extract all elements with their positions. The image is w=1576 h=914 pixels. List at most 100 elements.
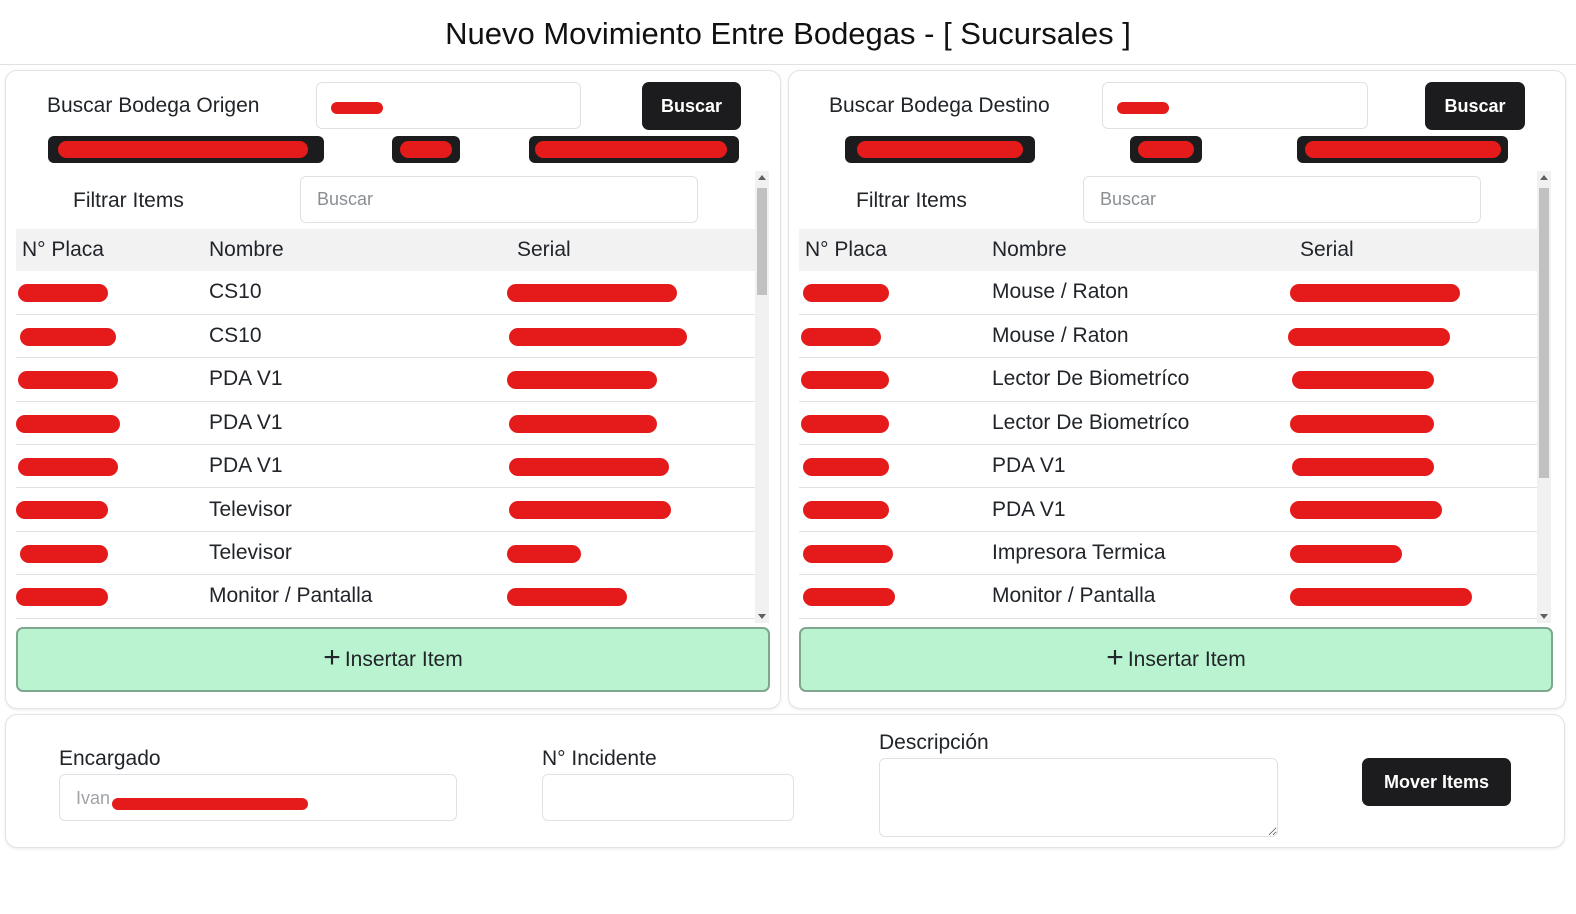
scroll-thumb[interactable]: [1539, 188, 1549, 478]
table-row[interactable]: Impresora Termica: [799, 531, 1537, 576]
redaction-mark: [507, 284, 677, 302]
origin-filter-label: Filtrar Items: [73, 189, 184, 212]
placa-cell: [16, 487, 203, 532]
redaction-mark: [509, 327, 687, 346]
nombre-cell: Mouse / Raton: [986, 314, 1294, 359]
origin-search-button[interactable]: Buscar: [642, 82, 741, 130]
insert-item-label: Insertar Item: [1127, 647, 1246, 671]
descripcion-label: Descripción: [879, 731, 989, 754]
serial-cell: [1290, 574, 1537, 619]
origin-items-scroll[interactable]: Filtrar Items N° Placa Nombre Serial CS1…: [16, 171, 769, 623]
placa-cell: [16, 574, 203, 619]
serial-cell: [507, 271, 755, 315]
table-row[interactable]: Monitor / Pantalla: [16, 574, 755, 619]
nombre-cell: PDA V1: [986, 487, 1294, 532]
origin-items-table: N° Placa Nombre Serial CS10 CS10 PDA V1 …: [16, 229, 755, 619]
table-row[interactable]: CS10: [16, 314, 755, 359]
redaction-mark: [803, 544, 893, 563]
redaction-mark: [18, 371, 118, 390]
dest-insert-item-button[interactable]: + Insertar Item: [799, 627, 1553, 692]
scroll-down-icon[interactable]: [758, 614, 766, 619]
descripcion-textarea[interactable]: [879, 758, 1278, 837]
origin-filter-input[interactable]: [300, 176, 698, 223]
placa-cell: [16, 357, 203, 402]
serial-cell: [509, 401, 755, 446]
table-row[interactable]: PDA V1: [16, 357, 755, 402]
dest-search-input[interactable]: [1102, 82, 1368, 129]
table-row[interactable]: Lector De Biometríco: [799, 357, 1537, 402]
nombre-cell: Monitor / Pantalla: [203, 574, 511, 619]
serial-cell: [507, 531, 755, 576]
table-row[interactable]: Mouse / Raton: [799, 314, 1537, 359]
table-row[interactable]: PDA V1: [16, 401, 755, 446]
dest-filter-input[interactable]: [1083, 176, 1481, 223]
placa-cell: [16, 531, 203, 576]
table-row[interactable]: Monitor / Pantalla: [799, 574, 1537, 619]
dest-items-scroll[interactable]: Filtrar Items N° Placa Nombre Serial Mou…: [799, 171, 1552, 623]
table-row[interactable]: PDA V1: [16, 444, 755, 489]
serial-cell: [1290, 531, 1537, 576]
table-row[interactable]: Televisor: [16, 487, 755, 532]
dest-search-button[interactable]: Buscar: [1425, 82, 1525, 130]
redaction-mark: [1117, 102, 1169, 114]
serial-cell: [507, 357, 755, 402]
incidente-input[interactable]: [542, 774, 794, 821]
dest-scrollbar[interactable]: [1537, 171, 1551, 623]
origin-scrollbar[interactable]: [755, 171, 769, 623]
serial-cell: [507, 574, 755, 619]
redaction-mark: [507, 544, 581, 563]
scroll-up-icon[interactable]: [1540, 175, 1548, 180]
redaction-mark: [20, 544, 108, 563]
redaction-mark: [801, 414, 889, 433]
dest-info-badge-name: [845, 136, 1035, 163]
encargado-field: Ivan: [59, 774, 457, 821]
table-header-row: N° Placa Nombre Serial: [16, 229, 755, 271]
nombre-cell: Lector De Biometríco: [986, 401, 1294, 446]
origin-insert-item-button[interactable]: + Insertar Item: [16, 627, 770, 692]
redaction-mark: [803, 501, 889, 520]
plus-icon: +: [1106, 641, 1124, 674]
table-row[interactable]: Mouse / Raton: [799, 271, 1537, 315]
origin-search-label: Buscar Bodega Origen: [47, 94, 260, 117]
placa-cell: [799, 314, 986, 359]
table-row[interactable]: CS10: [16, 271, 755, 315]
serial-cell: [509, 444, 755, 489]
serial-cell: [1292, 357, 1537, 402]
table-row[interactable]: Lector De Biometríco: [799, 401, 1537, 446]
scroll-down-icon[interactable]: [1540, 614, 1548, 619]
nombre-cell: Monitor / Pantalla: [986, 574, 1294, 619]
insert-item-label: Insertar Item: [344, 647, 463, 671]
redaction-mark: [1290, 284, 1460, 302]
nombre-cell: PDA V1: [203, 444, 511, 489]
table-row[interactable]: PDA V1: [799, 444, 1537, 489]
origin-search-input[interactable]: [316, 82, 581, 129]
placa-cell: [16, 401, 203, 446]
nombre-cell: CS10: [203, 314, 511, 359]
serial-cell: [1290, 401, 1537, 446]
redaction-mark: [400, 141, 452, 158]
redaction-mark: [20, 327, 116, 346]
placa-cell: [799, 574, 986, 619]
page-title: Nuevo Movimiento Entre Bodegas - [ Sucur…: [445, 16, 1131, 51]
dest-items-table: N° Placa Nombre Serial Mouse / Raton Mou…: [799, 229, 1537, 619]
redaction-mark: [857, 141, 1023, 158]
move-items-button[interactable]: Mover Items: [1362, 758, 1511, 806]
encargado-label: Encargado: [59, 747, 161, 770]
nombre-cell: PDA V1: [203, 357, 511, 402]
scroll-thumb[interactable]: [757, 188, 767, 295]
table-row[interactable]: Televisor: [16, 531, 755, 576]
column-header-serial: Serial: [1294, 229, 1537, 271]
placa-cell: [799, 357, 986, 402]
table-header-row: N° Placa Nombre Serial: [799, 229, 1537, 271]
redaction-mark: [1290, 544, 1402, 563]
movement-details-panel: Encargado Ivan N° Incidente Descripción …: [5, 714, 1565, 848]
plus-icon: +: [323, 641, 341, 674]
destination-panel: Buscar Bodega Destino Buscar Filtrar Ite…: [788, 70, 1566, 709]
redaction-mark: [1138, 141, 1194, 158]
dest-info-badge-address: [1297, 136, 1508, 163]
placa-cell: [799, 444, 986, 489]
redaction-mark: [507, 371, 657, 390]
scroll-up-icon[interactable]: [758, 175, 766, 180]
redaction-mark: [58, 141, 308, 158]
table-row[interactable]: PDA V1: [799, 487, 1537, 532]
